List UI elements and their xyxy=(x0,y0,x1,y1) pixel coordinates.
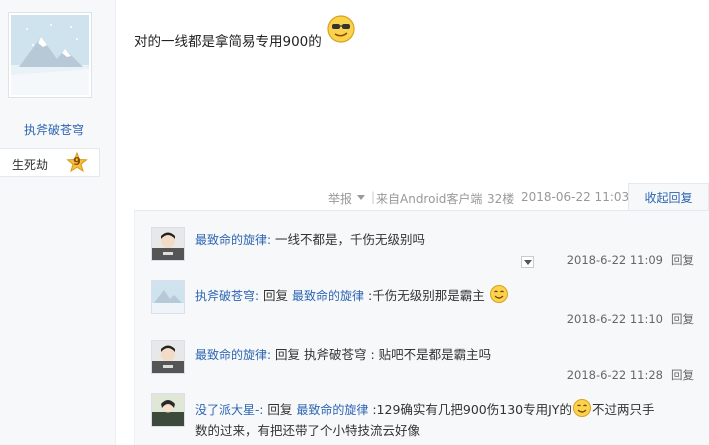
smile-emoji-icon xyxy=(489,285,508,303)
report-dropdown-icon[interactable] xyxy=(357,195,365,200)
user-avatar[interactable] xyxy=(151,393,185,427)
reply-text-line2: 数的过来，有把还带了个小特技流云好像 xyxy=(195,423,421,438)
reply-time: 2018-6-22 11:28 xyxy=(566,368,663,382)
snow-mountain-avatar-image xyxy=(152,281,184,313)
reply-username[interactable]: 最致命的旋律: xyxy=(195,348,271,362)
user-avatar[interactable] xyxy=(151,227,185,261)
smile-emoji-icon xyxy=(572,399,591,417)
author-sidebar: 执斧破苍穹 生死劫 9 xyxy=(0,0,116,445)
reply-meta: 2018-6-22 11:10 回复 xyxy=(567,311,694,327)
collapse-replies-button[interactable]: 收起回复 xyxy=(628,183,709,211)
reply-text: 一线不都是，千伤无级别吗 xyxy=(275,232,426,247)
level-info: 生死劫 9 xyxy=(0,148,100,177)
reply-meta: 2018-6-22 11:28 回复 xyxy=(567,367,694,383)
level-title: 生死劫 xyxy=(12,158,49,172)
reply-text: :千伤无级别那是霸主 xyxy=(364,288,485,303)
level-number: 9 xyxy=(73,155,81,168)
reply-text: :129确实有几把900伤130专用JY的 xyxy=(368,402,572,417)
user-avatar[interactable] xyxy=(151,280,185,314)
reply-meta: 2018-6-22 11:09 回复 xyxy=(567,252,694,268)
reply-username[interactable]: 执斧破苍穹: xyxy=(195,289,259,303)
post-time: 2018-06-22 11:03 xyxy=(521,190,630,204)
floor-number: 32楼 xyxy=(487,192,515,206)
post-content: 对的一线都是拿简易专用900的 xyxy=(134,34,322,50)
reply-prefix: 回复 xyxy=(263,288,293,303)
reply-username[interactable]: 没了派大星-: xyxy=(195,403,263,417)
client-source: 来自Android客户端 xyxy=(376,192,483,206)
reply-prefix: 回复 执斧破苍穹 xyxy=(275,347,371,362)
reply-prefix: 回复 xyxy=(267,402,297,417)
anime-avatar-image xyxy=(152,394,184,426)
reply-button[interactable]: 回复 xyxy=(671,368,694,382)
user-avatar[interactable] xyxy=(151,340,185,374)
reply-button[interactable]: 回复 xyxy=(671,253,694,267)
person-avatar-image xyxy=(152,228,184,260)
tail-separator: | xyxy=(371,190,376,204)
reply-text: : 贴吧不是都是霸主吗 xyxy=(370,347,492,362)
reply-dropdown-icon[interactable] xyxy=(521,256,534,268)
author-name-link[interactable]: 执斧破苍穹 xyxy=(0,121,108,138)
author-avatar[interactable] xyxy=(8,12,92,98)
reply-target-link[interactable]: 最致命的旋律 xyxy=(292,289,364,303)
reply-list: 最致命的旋律: 一线不都是，千伤无级别吗 2018-6-22 11:09 回复 执… xyxy=(134,210,709,445)
reply-time: 2018-6-22 11:09 xyxy=(566,253,663,267)
reply-target-link[interactable]: 最致命的旋律 xyxy=(296,403,368,417)
report-link[interactable]: 举报 xyxy=(328,190,352,206)
reply-username[interactable]: 最致命的旋律: xyxy=(195,233,271,247)
reply-time: 2018-6-22 11:10 xyxy=(566,312,663,326)
reply-button[interactable]: 回复 xyxy=(671,312,694,326)
cool-sunglasses-emoji-icon xyxy=(327,15,355,43)
level-badge-icon: 9 xyxy=(66,152,88,174)
reply-text-continued: 不过两只手 xyxy=(591,402,655,417)
snow-mountain-avatar-image xyxy=(11,15,89,95)
person-avatar-image xyxy=(152,341,184,373)
